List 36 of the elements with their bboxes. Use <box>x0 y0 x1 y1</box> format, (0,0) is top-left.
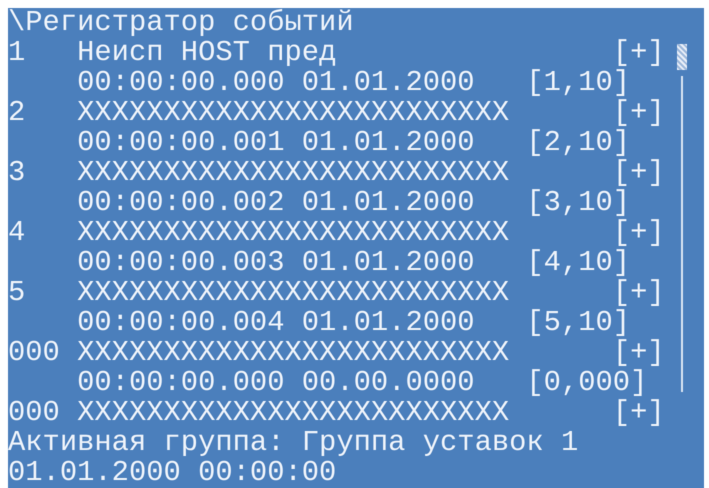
event-code: [3,10] <box>526 188 630 218</box>
event-name[interactable]: XXXXXXXXXXXXXXXXXXXXXXXXX <box>77 278 613 308</box>
expand-toggle[interactable]: [+] <box>612 218 665 248</box>
event-code: [0,000] <box>526 368 648 398</box>
event-code: [1,10] <box>526 68 630 98</box>
active-group-status: Активная группа: Группа уставок 1 <box>8 428 578 458</box>
event-name[interactable]: XXXXXXXXXXXXXXXXXXXXXXXXX <box>77 338 613 368</box>
event-timestamp: 00:00:00.004 01.01.2000 <box>77 308 476 338</box>
event-name[interactable]: XXXXXXXXXXXXXXXXXXXXXXXXX <box>77 158 613 188</box>
expand-toggle[interactable]: [+] <box>612 278 665 308</box>
event-code: [5,10] <box>526 308 630 338</box>
event-name[interactable]: Неисп HOST пред <box>77 38 613 68</box>
event-number: 000 <box>8 398 61 428</box>
event-number: 2 <box>8 98 26 128</box>
event-timestamp: 00:00:00.000 01.01.2000 <box>77 68 476 98</box>
event-number: 1 <box>8 38 26 68</box>
expand-toggle[interactable]: [+] <box>612 98 665 128</box>
event-number: 000 <box>8 338 61 368</box>
event-name[interactable]: XXXXXXXXXXXXXXXXXXXXXXXXX <box>77 398 613 428</box>
expand-toggle[interactable]: [+] <box>612 158 665 188</box>
event-timestamp: 00:00:00.001 01.01.2000 <box>77 128 476 158</box>
event-number: 4 <box>8 218 26 248</box>
status-datetime: 01.01.2000 00:00:00 <box>8 458 336 488</box>
event-name[interactable]: XXXXXXXXXXXXXXXXXXXXXXXXX <box>77 98 613 128</box>
event-code: [4,10] <box>526 248 630 278</box>
expand-toggle[interactable]: [+] <box>612 38 665 68</box>
event-name[interactable]: XXXXXXXXXXXXXXXXXXXXXXXXX <box>77 218 613 248</box>
event-timestamp: 00:00:00.000 00.00.0000 <box>77 368 476 398</box>
event-timestamp: 00:00:00.002 01.01.2000 <box>77 188 476 218</box>
expand-toggle[interactable]: [+] <box>612 338 665 368</box>
event-code: [2,10] <box>526 128 630 158</box>
event-number: 3 <box>8 158 26 188</box>
screen-title: \Регистратор событий <box>8 8 354 38</box>
event-number: 5 <box>8 278 26 308</box>
event-timestamp: 00:00:00.003 01.01.2000 <box>77 248 476 278</box>
expand-toggle[interactable]: [+] <box>612 398 665 428</box>
